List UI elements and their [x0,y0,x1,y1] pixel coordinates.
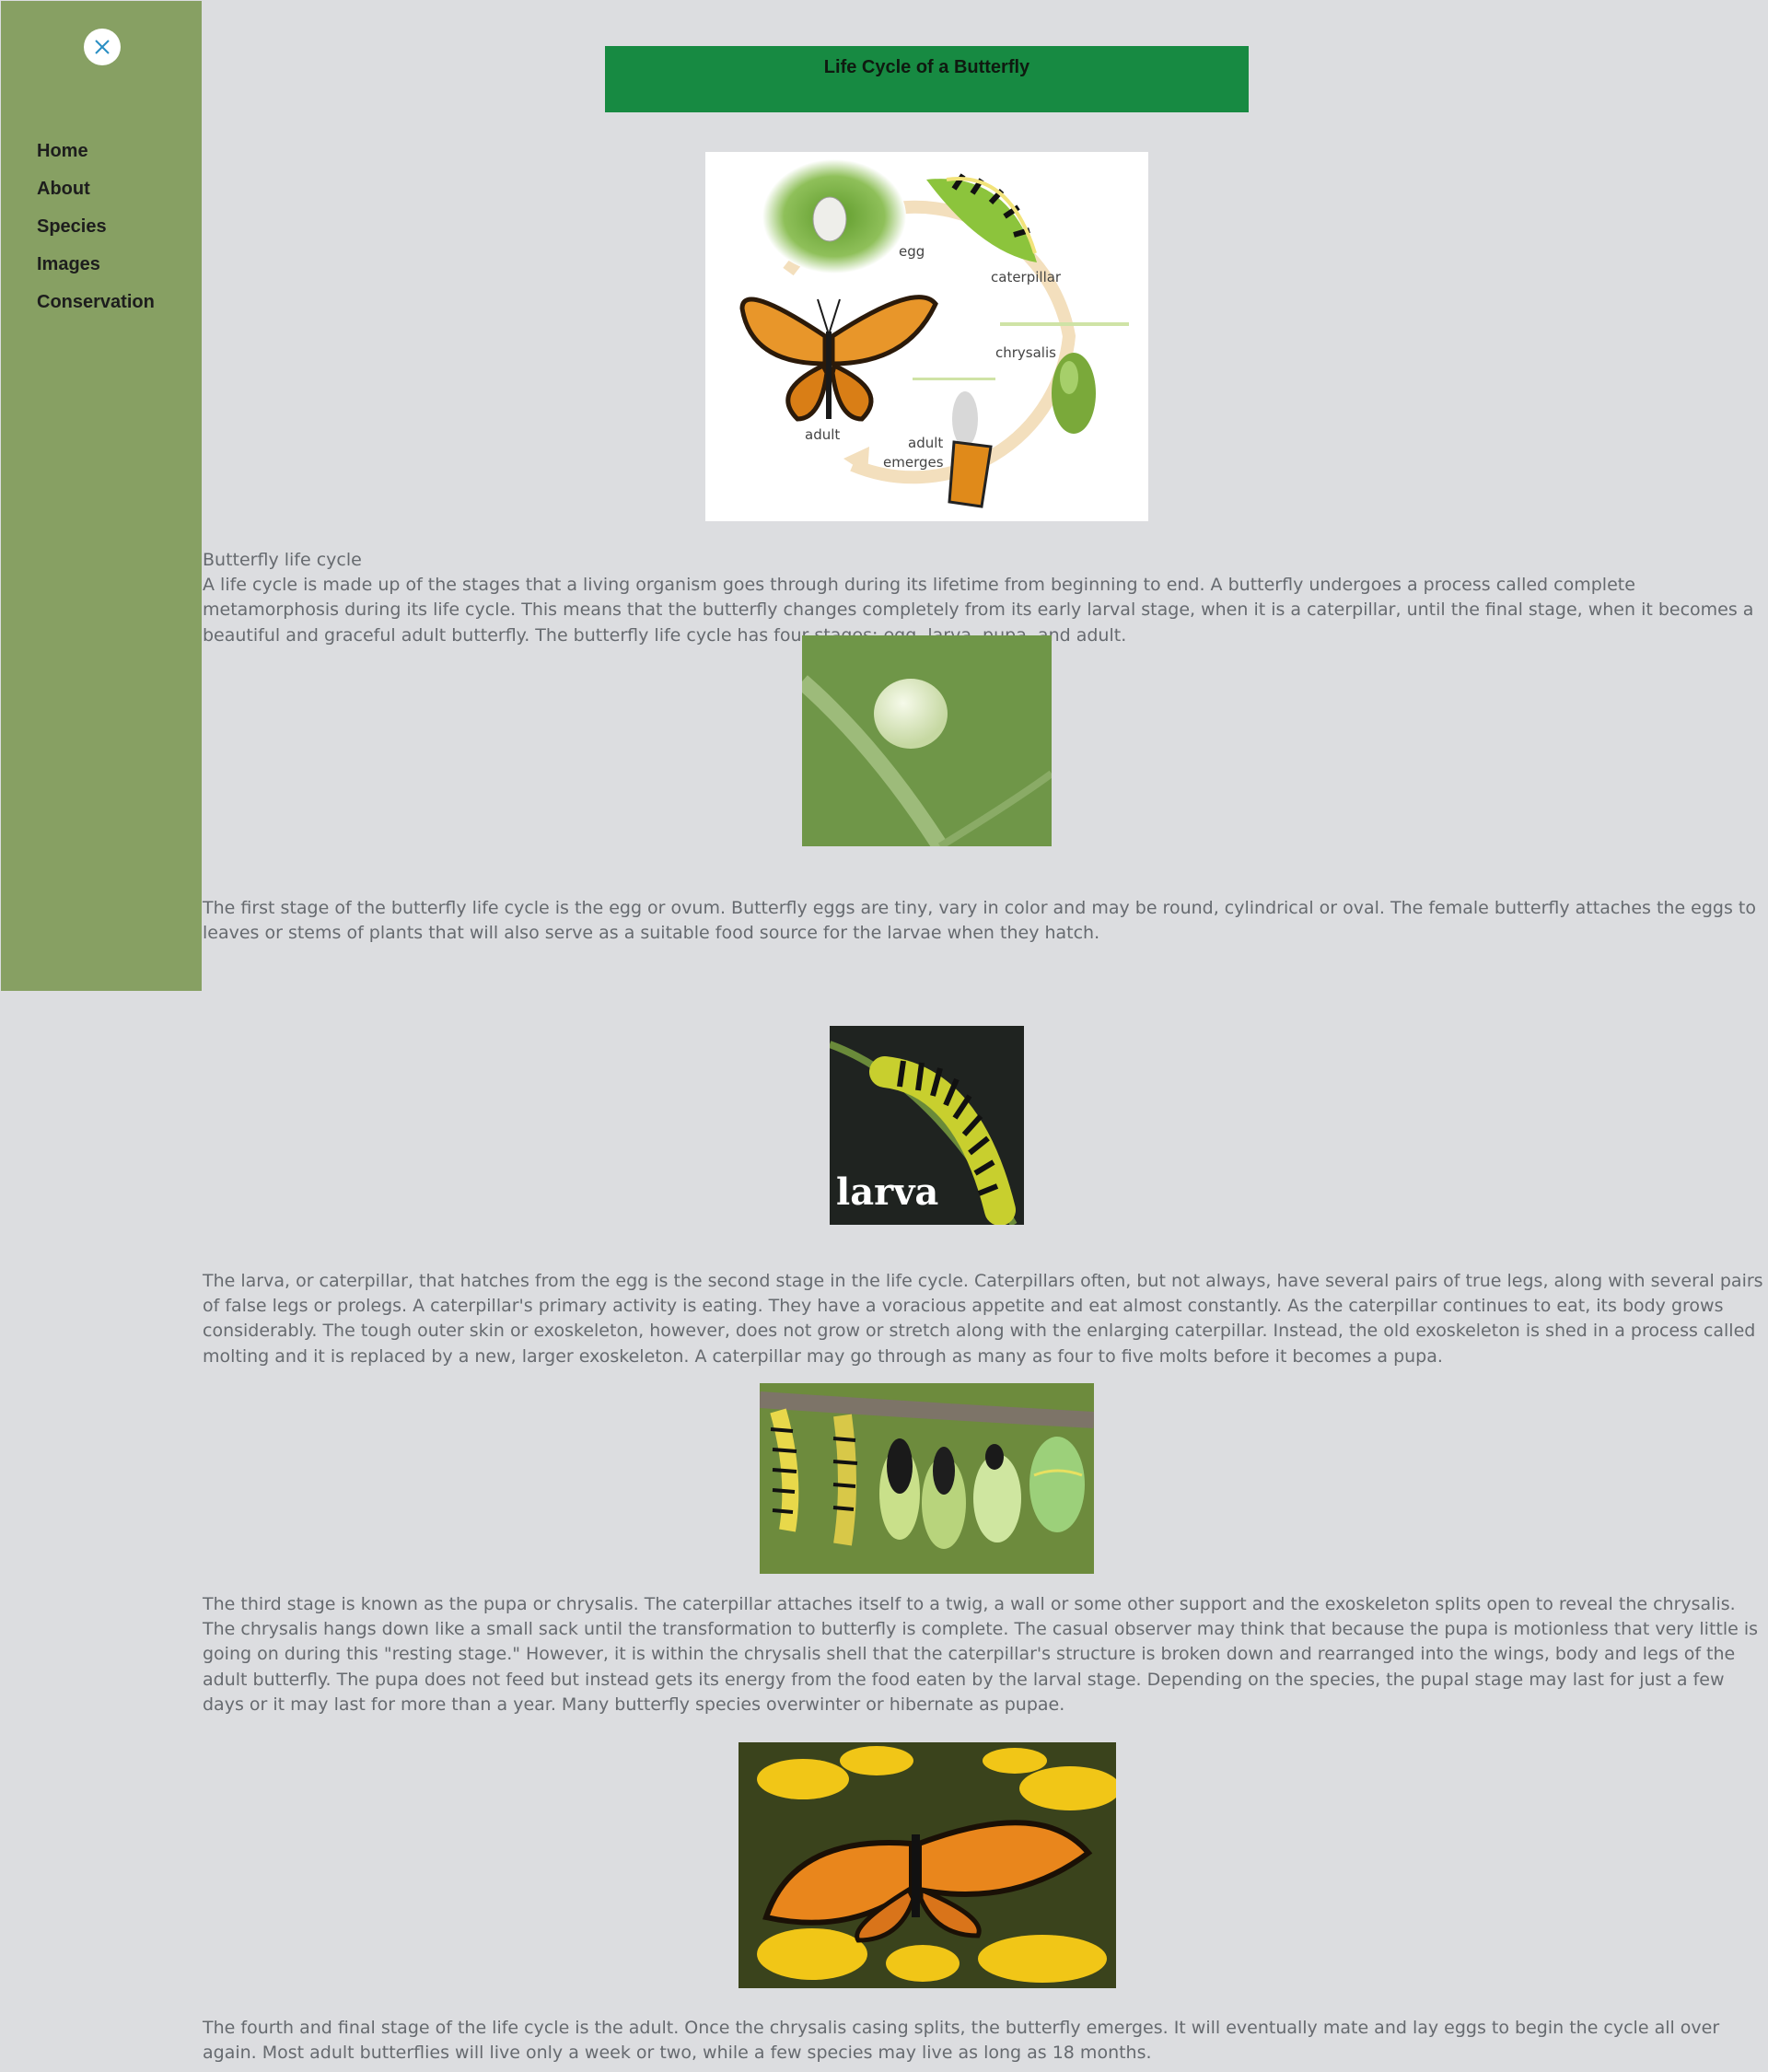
pupa-section-body: The third stage is known as the pupa or … [203,1594,1759,1715]
intro-heading: Butterfly life cycle [203,550,362,570]
nav-item-species[interactable]: Species [37,213,155,250]
egg-section-body: The first stage of the butterfly life cy… [203,898,1757,944]
diagram-label-egg: egg [899,243,925,260]
nav-item-images[interactable]: Images [37,250,155,288]
nav-item-about[interactable]: About [37,175,155,213]
close-x-icon [95,40,110,54]
larva-photo: larva [830,1026,1024,1225]
diagram-label-chrysalis: chrysalis [995,344,1056,361]
diagram-label-adult: adult [805,426,840,443]
nav-item-home[interactable]: Home [37,137,155,175]
life-cycle-diagram: egg caterpillar chrysalis adult adult em… [739,159,1129,508]
page-title: Life Cycle of a Butterfly [823,57,1030,77]
larva-section-body: The larva, or caterpillar, that hatches … [203,1271,1763,1367]
pupa-photo-illustration [760,1383,1094,1574]
pupa-section: The third stage is known as the pupa or … [203,1592,1768,1717]
diagram-label-caterpillar: caterpillar [991,269,1062,285]
egg-photo-illustration [802,635,1052,846]
pupa-photo [760,1383,1094,1574]
adult-photo-illustration [739,1742,1116,1988]
adult-section: The fourth and final stage of the life c… [203,2016,1768,2066]
page-header: Life Cycle of a Butterfly [605,46,1249,112]
nav-item-conservation[interactable]: Conservation [37,288,155,326]
adult-section-body: The fourth and final stage of the life c… [203,2018,1720,2064]
larva-photo-illustration: larva [830,1026,1024,1225]
adult-photo [739,1742,1116,1988]
egg-section: The first stage of the butterfly life cy… [203,896,1768,946]
sidebar: Home About Species Images Conservation [1,1,202,991]
intro-section: Butterfly life cycle A life cycle is mad… [203,548,1768,648]
sidebar-nav: Home About Species Images Conservation [37,137,155,326]
egg-photo [802,635,1052,846]
close-sidebar-button[interactable] [84,29,121,65]
life-cycle-diagram-image: egg caterpillar chrysalis adult adult em… [705,152,1148,521]
larva-section: The larva, or caterpillar, that hatches … [203,1269,1768,1369]
larva-photo-caption: larva [836,1170,938,1214]
diagram-label-adult-emerges-2: emerges [883,454,944,471]
diagram-label-adult-emerges-1: adult [908,435,943,451]
